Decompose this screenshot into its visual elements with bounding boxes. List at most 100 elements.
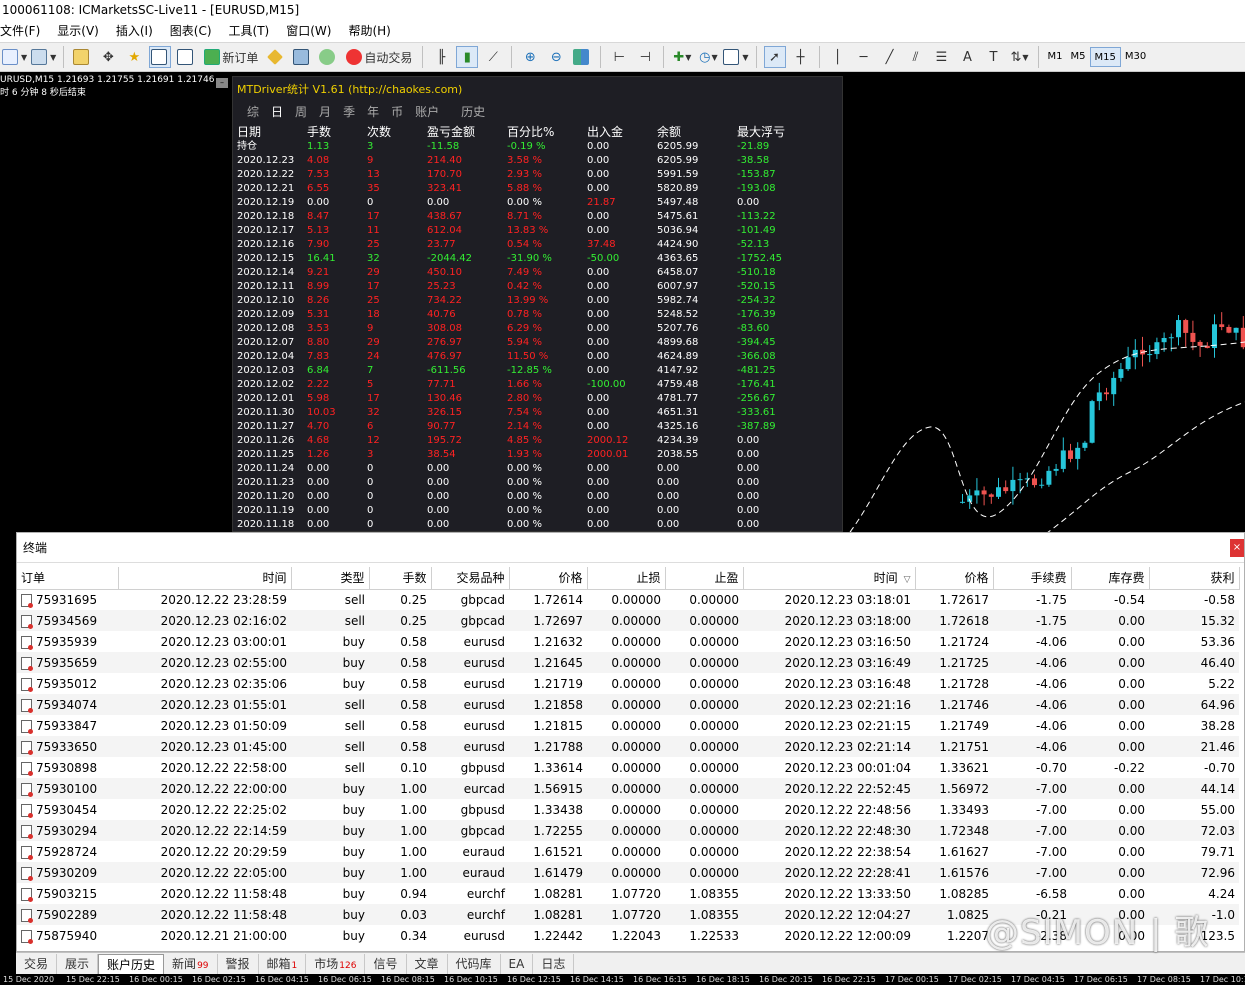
terminal-button[interactable] (175, 46, 197, 68)
equidistant-channel-button[interactable]: ⫽ (905, 46, 927, 68)
price-chart[interactable]: URUSD,M15 1.21693 1.21755 1.21691 1.2174… (0, 72, 1245, 532)
orders-col-header[interactable]: 库存费 (1071, 567, 1150, 590)
close-icon[interactable]: × (1230, 539, 1244, 557)
timeframe-m5[interactable]: M5 (1067, 47, 1090, 67)
stats-tab-6[interactable]: 币 (391, 103, 403, 120)
orders-col-header[interactable]: 时间 ▽ (743, 567, 916, 590)
tile-windows-button[interactable] (571, 46, 593, 68)
crosshair-button[interactable]: ┼ (790, 46, 812, 68)
trendline-button[interactable]: ╱ (879, 46, 901, 68)
auto-trade-button[interactable]: 自动交易 (343, 46, 415, 68)
orders-col-header[interactable]: 手续费 (993, 567, 1072, 590)
orders-col-label: 时间 (262, 571, 287, 586)
menu-item-2[interactable]: 插入(I) (116, 20, 160, 42)
terminal-tab-6[interactable]: 市场126 (306, 953, 366, 974)
signals-button[interactable] (317, 46, 339, 68)
stats-tab-3[interactable]: 月 (319, 103, 331, 120)
chart-shift-button[interactable]: ⊣ (634, 46, 656, 68)
order-row[interactable]: 75934074 2020.12.23 01:55:01 sell 0.58 eurus… (17, 694, 1239, 715)
order-row[interactable]: 75930898 2020.12.22 22:58:00 sell 0.10 gbpus… (17, 757, 1239, 778)
stats-tab-8[interactable]: 历史 (461, 103, 485, 120)
new-chart-button[interactable]: ▼ (2, 46, 27, 68)
strategy-tester-button[interactable] (291, 46, 313, 68)
cursor-button[interactable]: ➚ (763, 46, 786, 68)
orders-col-header[interactable]: 获利 (1149, 567, 1240, 590)
terminal-tab-0[interactable]: 交易 (16, 953, 58, 974)
data-window-button[interactable] (149, 46, 172, 68)
terminal-tab-3[interactable]: 新闻99 (164, 953, 218, 974)
favorites-button[interactable]: ★ (123, 46, 145, 68)
market-watch-button[interactable] (71, 46, 93, 68)
auto-scroll-button[interactable]: ⊢ (608, 46, 630, 68)
terminal-tab-9[interactable]: 代码库 (448, 953, 501, 974)
bar-chart-button[interactable]: ╟ (430, 46, 452, 68)
zoom-in-button[interactable]: ⊕ (519, 46, 541, 68)
menu-item-4[interactable]: 工具(T) (229, 20, 277, 42)
terminal-tab-11[interactable]: 日志 (533, 953, 575, 974)
terminal-tab-10[interactable]: EA (501, 953, 534, 974)
timeframe-m15[interactable]: M15 (1089, 47, 1121, 67)
order-row[interactable]: 75930294 2020.12.22 22:14:59 buy 1.00 gbpcad… (17, 820, 1239, 841)
vertical-line-button[interactable]: │ (827, 46, 849, 68)
text-tool-button[interactable]: A (957, 46, 979, 68)
menu-item-1[interactable]: 显示(V) (57, 20, 106, 42)
line-chart-button[interactable]: ⟋ (482, 46, 504, 68)
order-cell: sell (291, 610, 369, 631)
order-row[interactable]: 75933847 2020.12.23 01:50:09 sell 0.58 eurus… (17, 715, 1239, 736)
terminal-tab-5[interactable]: 邮箱1 (259, 953, 307, 974)
order-value: 2020.12.22 22:52:45 (784, 781, 911, 796)
menu-item-6[interactable]: 帮助(H) (348, 20, 397, 42)
stats-tab-2[interactable]: 周 (295, 103, 307, 120)
terminal-tab-1[interactable]: 展示 (57, 953, 99, 974)
text-label-button[interactable]: T (983, 46, 1005, 68)
profiles-button[interactable]: ▼ (31, 46, 56, 68)
stats-tab-4[interactable]: 季 (343, 103, 355, 120)
order-row[interactable]: 75935659 2020.12.23 02:55:00 buy 0.58 eurusd… (17, 652, 1239, 673)
timeframe-m30[interactable]: M30 (1121, 47, 1150, 67)
order-row[interactable]: 75928724 2020.12.22 20:29:59 buy 1.00 euraud… (17, 841, 1239, 862)
order-row[interactable]: 75930209 2020.12.22 22:05:00 buy 1.00 euraud… (17, 862, 1239, 883)
order-row[interactable]: 75935939 2020.12.23 03:00:01 buy 0.58 eurusd… (17, 631, 1239, 652)
orders-col-header[interactable]: 时间 (118, 567, 292, 590)
minimize-icon[interactable]: – (216, 78, 228, 88)
orders-col-header[interactable]: 价格 (915, 567, 994, 590)
terminal-tab-2[interactable]: 账户历史 (98, 953, 165, 974)
zoom-out-button[interactable]: ⊖ (545, 46, 567, 68)
periods-button[interactable]: ◷ ▼ (697, 46, 719, 68)
fibonacci-button[interactable]: ☰ (931, 46, 953, 68)
menu-item-0[interactable]: 文件(F) (0, 20, 47, 42)
order-row[interactable]: 75930100 2020.12.22 22:00:00 buy 1.00 eurcad… (17, 778, 1239, 799)
indicators-button[interactable]: ✚ ▼ (671, 46, 693, 68)
candlestick-button[interactable]: ▮ (456, 46, 479, 68)
new-order-button[interactable]: 新订单 (201, 46, 261, 68)
orders-col-header[interactable]: 止盈 (665, 567, 744, 590)
orders-col-header[interactable]: 手数 (369, 567, 432, 590)
navigator-button[interactable]: ✥ (97, 46, 119, 68)
meta-editor-button[interactable] (265, 46, 287, 68)
menu-item-5[interactable]: 窗口(W) (286, 20, 338, 42)
order-row[interactable]: 75934569 2020.12.23 02:16:02 sell 0.25 gbpca… (17, 610, 1239, 631)
order-row[interactable]: 75933650 2020.12.23 01:45:00 sell 0.58 eurus… (17, 736, 1239, 757)
terminal-tab-7[interactable]: 信号 (365, 953, 407, 974)
orders-col-header[interactable]: 交易品种 (431, 567, 510, 590)
terminal-tab-8[interactable]: 文章 (407, 953, 448, 974)
timeframe-m1[interactable]: M1 (1044, 47, 1067, 67)
orders-col-header[interactable]: 止损 (587, 567, 666, 590)
menu-item-3[interactable]: 图表(C) (170, 20, 219, 42)
horizontal-line-button[interactable]: ─ (853, 46, 875, 68)
orders-col-header[interactable]: 类型 (291, 567, 370, 590)
order-row[interactable]: 75935012 2020.12.23 02:35:06 buy 0.58 eurusd… (17, 673, 1239, 694)
stats-tab-0[interactable]: 综 (247, 103, 259, 120)
stats-tab-7[interactable]: 账户 (415, 103, 439, 120)
order-row[interactable]: 75931695 2020.12.22 23:28:59 sell 0.25 gbpca… (17, 589, 1239, 610)
terminal-tab-4[interactable]: 警报 (218, 953, 259, 974)
orders-col-header[interactable]: 价格 (509, 567, 588, 590)
stats-cell-count: 0 (367, 505, 374, 516)
orders-col-header[interactable]: 订单 (17, 567, 119, 590)
order-row[interactable]: 75930454 2020.12.22 22:25:02 buy 1.00 gbpusd… (17, 799, 1239, 820)
stats-tab-1[interactable]: 日 (271, 103, 283, 120)
templates-button[interactable]: ▼ (723, 46, 749, 68)
order-row[interactable]: 75903215 2020.12.22 11:58:48 buy 0.94 eurchf… (17, 883, 1239, 904)
stats-tab-5[interactable]: 年 (367, 103, 379, 120)
arrows-button[interactable]: ⇅ ▼ (1009, 46, 1031, 68)
